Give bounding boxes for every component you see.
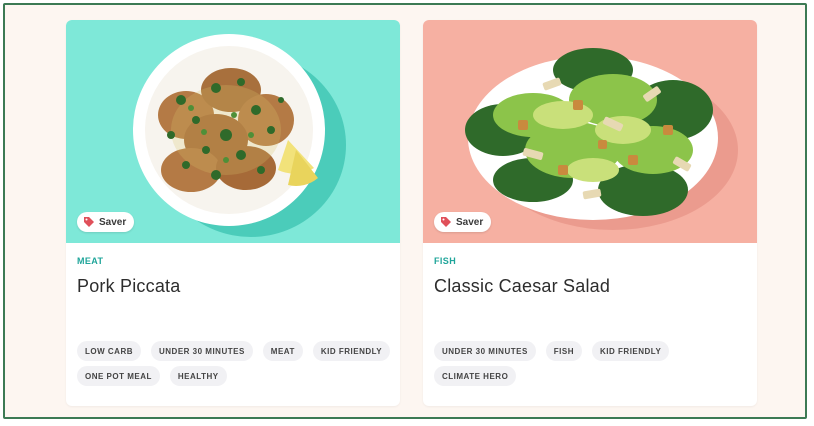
tag-chip[interactable]: UNDER 30 MINUTES [151,341,253,361]
tag-chip[interactable]: HEALTHY [169,366,227,386]
recipe-card-pork-piccata[interactable]: Saver MEAT Pork Piccata LOW CARB UNDER 3… [66,20,400,406]
price-tag-icon [441,217,451,227]
recipe-grid-frame: Saver MEAT Pork Piccata LOW CARB UNDER 3… [3,3,807,419]
recipe-title[interactable]: Classic Caesar Salad [434,276,610,297]
recipe-title[interactable]: Pork Piccata [77,276,180,297]
tag-chip[interactable]: MEAT [262,341,303,361]
recipe-category: FISH [434,256,457,266]
recipe-image[interactable]: Saver [423,20,757,243]
recipe-image[interactable]: Saver [66,20,400,243]
saver-badge: Saver [77,212,135,232]
tag-chip[interactable]: KID FRIENDLY [592,341,670,361]
saver-badge: Saver [434,212,492,232]
tag-chip[interactable]: UNDER 30 MINUTES [434,341,536,361]
recipe-tags: LOW CARB UNDER 30 MINUTES MEAT KID FRIEN… [77,341,392,386]
recipe-tags: UNDER 30 MINUTES FISH KID FRIENDLY CLIMA… [434,341,749,386]
tag-chip[interactable]: KID FRIENDLY [312,341,391,361]
tag-chip[interactable]: FISH [545,341,583,361]
badge-label: Saver [99,216,127,228]
price-tag-icon [84,217,94,227]
badge-label: Saver [456,216,484,228]
tag-chip[interactable]: ONE POT MEAL [77,366,160,386]
tag-chip[interactable]: LOW CARB [77,341,141,361]
recipe-category: MEAT [77,256,104,266]
recipe-card-classic-caesar-salad[interactable]: Saver FISH Classic Caesar Salad UNDER 30… [423,20,757,406]
tag-chip[interactable]: CLIMATE HERO [434,366,517,386]
